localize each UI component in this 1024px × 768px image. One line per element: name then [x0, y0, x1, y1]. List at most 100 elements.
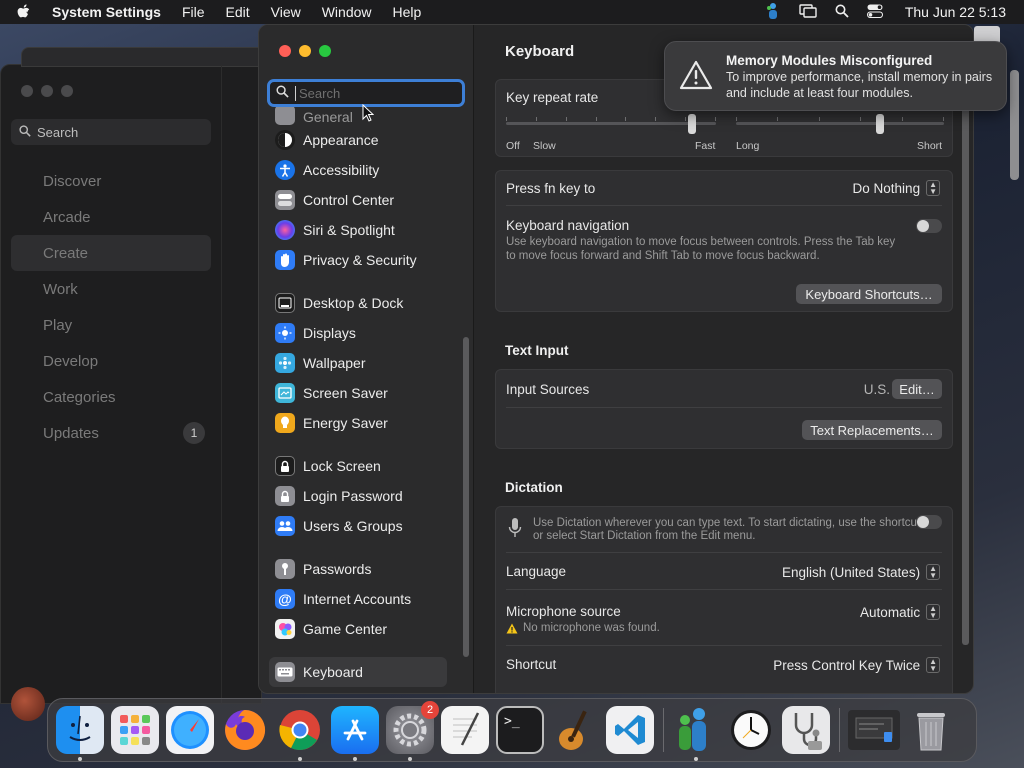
menu-window[interactable]: Window	[322, 4, 372, 20]
microphone-source-popup[interactable]: Automatic ▲ ▼	[860, 604, 940, 620]
language-popup[interactable]: English (United States) ▲ ▼	[782, 564, 940, 580]
finder-icon[interactable]	[56, 706, 104, 761]
dictation-desc-1: Use Dictation wherever you can type text…	[533, 517, 921, 529]
sidebar-item-login-password[interactable]: Login Password	[269, 481, 469, 511]
dictation-toggle[interactable]	[916, 515, 942, 529]
shortcut-popup[interactable]: Press Control Key Twice ▲ ▼	[773, 657, 940, 673]
content-scrollbar[interactable]	[962, 65, 969, 645]
key-repeat-rate-slider[interactable]	[506, 114, 716, 134]
sidebar-item-arcade[interactable]: Arcade	[11, 199, 211, 235]
menu-app-name[interactable]: System Settings	[52, 4, 161, 20]
slider-tick	[536, 117, 537, 121]
keyboard-options-card: Press fn key to Do Nothing ▲ ▼ Keyboard n…	[495, 170, 953, 312]
minimize-button[interactable]	[299, 45, 311, 57]
shortcut-label: Shortcut	[506, 657, 557, 672]
language-value: English (United States)	[782, 564, 921, 580]
slider-tick	[860, 117, 861, 121]
slider-knob[interactable]	[688, 114, 696, 134]
sidebar-item-accessibility[interactable]: Accessibility	[269, 155, 469, 185]
system-information-icon[interactable]	[782, 706, 830, 754]
terminal-icon[interactable]: >_	[496, 706, 544, 754]
menu-help[interactable]: Help	[393, 4, 422, 20]
close-button[interactable]	[279, 45, 291, 57]
menu-edit[interactable]: Edit	[226, 4, 250, 20]
keyboard-navigation-desc-1: Use keyboard navigation to move focus be…	[506, 236, 896, 248]
dictation-section-title: Dictation	[505, 480, 563, 495]
sidebar-item-internet-accounts[interactable]: @ Internet Accounts	[269, 584, 469, 614]
sidebar-item-label: Wallpaper	[303, 355, 366, 371]
app-store-search-field[interactable]: Search	[11, 119, 211, 145]
edit-input-sources-button[interactable]: Edit…	[892, 379, 942, 399]
text-replacements-button[interactable]: Text Replacements…	[802, 420, 942, 440]
sidebar-item-screen-saver[interactable]: Screen Saver	[269, 378, 469, 408]
sidebar-item-passwords[interactable]: Passwords	[269, 554, 469, 584]
sidebar-item-create[interactable]: Create	[11, 235, 211, 271]
search-input[interactable]	[295, 85, 455, 101]
menu-bar: System Settings File Edit View Window He…	[0, 0, 1024, 24]
spotlight-search-icon[interactable]	[835, 4, 849, 21]
sidebar-item-energy-saver[interactable]: Energy Saver	[269, 408, 469, 438]
downloads-stack-icon[interactable]	[848, 710, 900, 750]
sidebar-item-privacy-security[interactable]: Privacy & Security	[269, 245, 469, 275]
app-store-icon[interactable]	[331, 706, 379, 761]
sidebar-item-game-center[interactable]: Game Center	[269, 614, 469, 644]
zoom-button[interactable]	[319, 45, 331, 57]
sidebar-item-label: Lock Screen	[303, 458, 381, 474]
launchpad-icon[interactable]	[111, 706, 159, 754]
fn-key-popup[interactable]: Do Nothing ▲ ▼	[853, 180, 940, 196]
chrome-icon[interactable]	[276, 706, 324, 761]
keyboard-shortcuts-button[interactable]: Keyboard Shortcuts…	[796, 284, 942, 304]
sidebar-item-updates[interactable]: Updates 1	[11, 415, 211, 451]
zoom-button[interactable]	[61, 85, 73, 97]
sidebar-item-siri-spotlight[interactable]: Siri & Spotlight	[269, 215, 469, 245]
people-app-icon[interactable]	[672, 706, 720, 761]
running-indicator	[298, 757, 302, 761]
slider-track	[736, 122, 944, 125]
garageband-icon[interactable]	[551, 706, 599, 754]
apple-menu-icon[interactable]	[16, 3, 36, 21]
control-center-menubar-icon[interactable]	[866, 4, 883, 21]
sidebar-item-appearance[interactable]: Appearance	[269, 125, 469, 155]
menu-view[interactable]: View	[271, 4, 301, 20]
sidebar-item-work[interactable]: Work	[11, 271, 211, 307]
textedit-icon[interactable]	[441, 706, 489, 754]
sidebar-item-wallpaper[interactable]: Wallpaper	[269, 348, 469, 378]
delay-until-repeat-slider[interactable]	[736, 114, 944, 134]
vscode-icon[interactable]	[606, 706, 654, 754]
sidebar-item-control-center[interactable]: Control Center	[269, 185, 469, 215]
firefox-icon[interactable]	[221, 706, 269, 754]
menubar-status-person-icon[interactable]	[765, 2, 781, 23]
system-settings-icon[interactable]: 2	[386, 701, 439, 761]
sidebar-item-develop[interactable]: Develop	[11, 343, 211, 379]
settings-search-field[interactable]	[267, 79, 465, 107]
sidebar-item-lock-screen[interactable]: Lock Screen	[269, 451, 469, 481]
sidebar-item-categories[interactable]: Categories	[11, 379, 211, 415]
clock-app-icon[interactable]	[727, 706, 775, 754]
slider-label-fast: Fast	[695, 140, 716, 152]
key-repeat-label: Key repeat rate	[506, 90, 599, 105]
slider-label-short: Short	[917, 140, 943, 152]
sidebar-item-displays[interactable]: Displays	[269, 318, 469, 348]
menu-file[interactable]: File	[182, 4, 205, 20]
sidebar-item-play[interactable]: Play	[11, 307, 211, 343]
sidebar-item-desktop-dock[interactable]: Desktop & Dock	[269, 288, 469, 318]
close-button[interactable]	[21, 85, 33, 97]
sidebar-item-discover[interactable]: Discover	[11, 163, 211, 199]
memory-notification[interactable]: Memory Modules Misconfigured To improve …	[664, 41, 1007, 111]
text-input-card: Input Sources U.S. Edit… Text Replacemen…	[495, 369, 953, 449]
screen-mirroring-icon[interactable]	[799, 3, 817, 21]
menubar-clock[interactable]: Thu Jun 22 5:13	[905, 4, 1006, 20]
sidebar-scrollbar[interactable]	[463, 337, 469, 657]
mouse-cursor	[362, 103, 375, 125]
sidebar-item-keyboard[interactable]: Keyboard	[269, 657, 447, 687]
trash-icon[interactable]	[907, 706, 955, 754]
minimize-button[interactable]	[41, 85, 53, 97]
slider-label-long: Long	[736, 140, 760, 152]
page-title: Keyboard	[505, 43, 575, 60]
keyboard-navigation-toggle[interactable]	[916, 219, 942, 233]
slider-knob[interactable]	[876, 114, 884, 134]
sidebar-item-users-groups[interactable]: Users & Groups	[269, 511, 469, 541]
background-scrollbar[interactable]	[1010, 70, 1019, 180]
safari-icon[interactable]	[166, 706, 214, 754]
